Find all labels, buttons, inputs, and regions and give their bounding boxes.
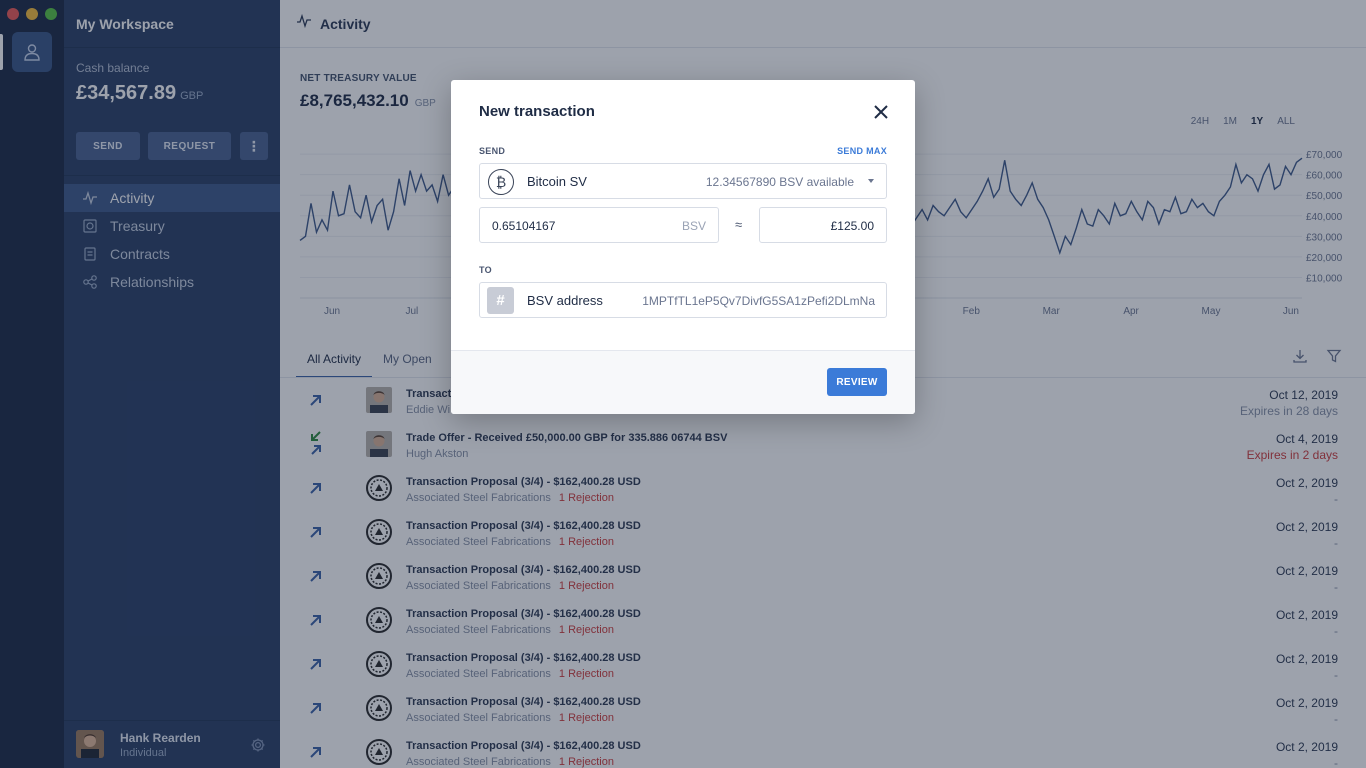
- send-max-button[interactable]: SEND MAX: [837, 146, 887, 156]
- bitcoin-icon: ₿: [488, 169, 514, 195]
- close-icon[interactable]: [873, 104, 889, 120]
- hash-icon: #: [487, 287, 514, 314]
- fiat-amount-input[interactable]: £125.00: [759, 207, 887, 243]
- recipient-address-input[interactable]: # BSV address 1MPTfTL1eP5Qv7DivfG5SA1zPe…: [479, 282, 887, 318]
- crypto-amount-input[interactable]: 0.65104167 BSV: [479, 207, 719, 243]
- crypto-amount-unit: BSV: [681, 219, 706, 233]
- to-section-label: TO: [479, 265, 492, 275]
- modal-title: New transaction: [479, 103, 595, 120]
- approx-symbol: ≈: [735, 217, 743, 232]
- asset-name: Bitcoin SV: [527, 174, 587, 189]
- fiat-amount-value: £125.00: [830, 219, 874, 233]
- chevron-down-icon: [868, 179, 874, 183]
- asset-select[interactable]: ₿ Bitcoin SV 12.34567890 BSV available: [479, 163, 887, 199]
- address-type-label: BSV address: [527, 293, 603, 308]
- asset-available-balance: 12.34567890 BSV available: [705, 175, 854, 189]
- modal-footer: REVIEW: [451, 350, 915, 414]
- send-section-label: SEND: [479, 146, 506, 156]
- address-value: 1MPTfTL1eP5Qv7DivfG5SA1zPefi2DLmNa: [642, 294, 875, 308]
- crypto-amount-value: 0.65104167: [492, 219, 556, 233]
- review-button[interactable]: REVIEW: [827, 368, 887, 396]
- new-transaction-modal: New transaction SEND SEND MAX ₿ Bitcoin …: [451, 80, 915, 414]
